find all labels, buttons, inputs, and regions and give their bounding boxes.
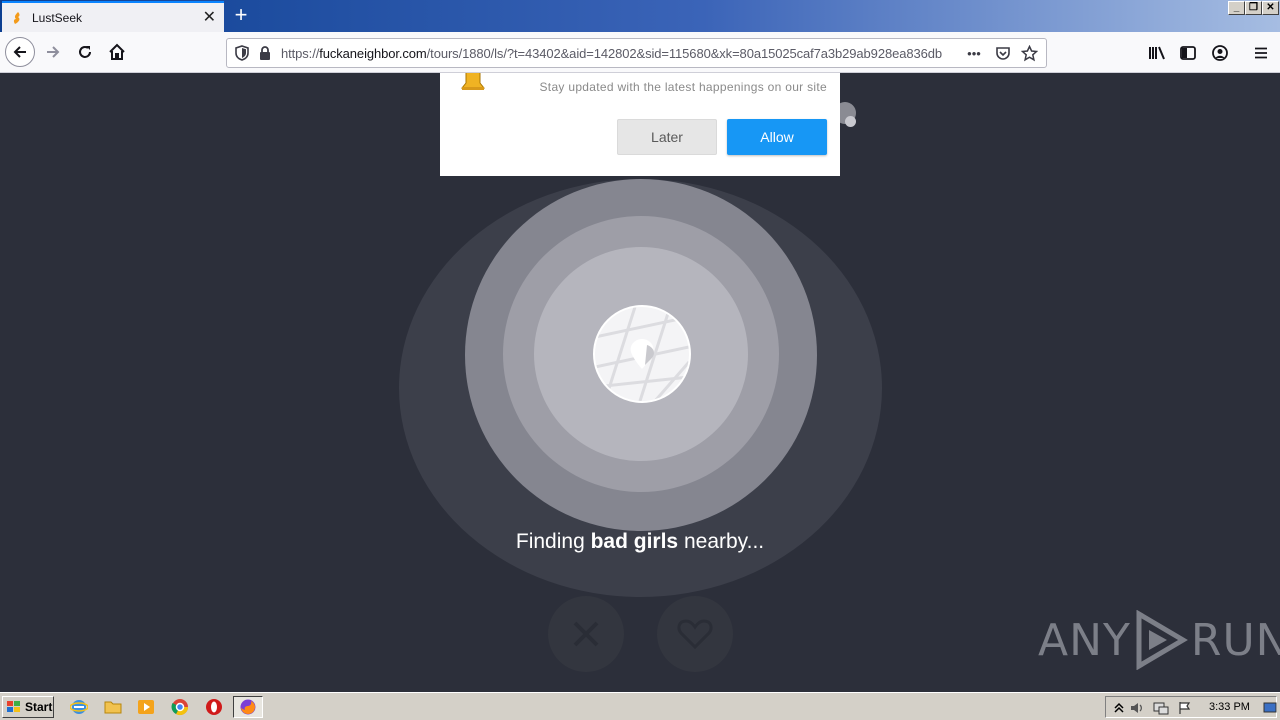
later-button[interactable]: Later xyxy=(617,119,717,155)
menu-icon[interactable] xyxy=(1250,42,1272,64)
sidebar-icon[interactable] xyxy=(1177,42,1199,64)
finding-status-text: Finding bad girls nearby... xyxy=(0,530,1280,554)
minimize-button[interactable]: _ xyxy=(1228,1,1245,15)
start-button[interactable]: Start xyxy=(2,696,54,718)
map-pin-circle xyxy=(593,305,691,403)
tab-lustseek[interactable]: LustSeek ✕ xyxy=(2,1,224,32)
bookmark-star-icon[interactable] xyxy=(1020,44,1038,62)
windows-logo-icon xyxy=(7,701,20,712)
close-x-icon xyxy=(573,621,599,647)
dislike-button[interactable] xyxy=(548,596,624,672)
allow-button[interactable]: Allow xyxy=(727,119,827,155)
play-logo-icon xyxy=(1136,610,1188,670)
media-player-icon[interactable] xyxy=(137,698,155,716)
show-desktop-icon[interactable] xyxy=(1261,699,1279,717)
tab-close-icon[interactable]: ✕ xyxy=(203,9,216,26)
notification-message: Stay updated with the latest happenings … xyxy=(539,80,827,94)
page-actions-button[interactable]: ••• xyxy=(962,44,986,62)
restore-button[interactable]: ❐ xyxy=(1245,1,1262,15)
finding-bold: bad girls xyxy=(590,530,679,553)
lock-icon[interactable] xyxy=(259,45,271,61)
map-pin-icon xyxy=(595,307,689,401)
library-icon[interactable] xyxy=(1146,42,1168,64)
tab-title: LustSeek xyxy=(32,10,83,25)
network-icon[interactable] xyxy=(1152,699,1170,717)
tracking-shield-icon[interactable] xyxy=(235,45,249,61)
reload-icon xyxy=(79,46,91,58)
taskbar-clock[interactable]: 3:33 PM xyxy=(1209,701,1250,713)
finding-suffix: nearby... xyxy=(678,530,765,553)
reload-button[interactable] xyxy=(70,37,100,67)
watermark-text-left: ANY xyxy=(1038,614,1131,666)
firefox-taskbar-icon[interactable] xyxy=(233,696,263,718)
system-tray: 3:33 PM xyxy=(1105,696,1277,718)
new-tab-button[interactable]: + xyxy=(230,4,252,28)
watermark-text-right: RUN xyxy=(1190,614,1280,666)
windows-taskbar: Start 3:33 PM xyxy=(0,692,1280,720)
start-label: Start xyxy=(25,700,53,714)
url-scheme: https:// xyxy=(281,45,320,61)
url-text[interactable]: https://fuckaneighbor.com/tours/1880/ls/… xyxy=(281,46,954,61)
home-icon xyxy=(109,43,125,60)
chrome-icon[interactable] xyxy=(171,698,189,716)
site-favicon-icon xyxy=(13,11,20,24)
page-content: Finding bad girls nearby... Stay updated… xyxy=(0,73,1280,692)
action-center-flag-icon[interactable] xyxy=(1176,699,1194,717)
bell-icon xyxy=(460,73,486,90)
navigation-toolbar: https://fuckaneighbor.com/tours/1880/ls/… xyxy=(0,32,1280,73)
home-button[interactable] xyxy=(102,37,132,67)
finding-prefix: Finding xyxy=(515,530,591,553)
internet-explorer-icon[interactable] xyxy=(70,698,88,716)
anyrun-watermark: ANY RUN xyxy=(1038,610,1280,670)
file-explorer-icon[interactable] xyxy=(104,698,122,716)
back-button[interactable] xyxy=(5,37,35,67)
url-path: /tours/1880/ls/?t=43402&aid=142802&sid=1… xyxy=(426,45,942,61)
pocket-icon[interactable] xyxy=(994,44,1012,62)
like-button[interactable] xyxy=(657,596,733,672)
title-bar: LustSeek ✕ + _ ❐ ✕ xyxy=(0,0,1280,32)
close-window-button[interactable]: ✕ xyxy=(1262,1,1279,15)
account-icon[interactable] xyxy=(1209,42,1231,64)
tray-expand-icon[interactable] xyxy=(1110,699,1128,717)
url-bar[interactable]: https://fuckaneighbor.com/tours/1880/ls/… xyxy=(226,38,1047,68)
back-arrow-icon xyxy=(13,46,26,58)
avatar-status-dot xyxy=(845,116,856,127)
volume-icon[interactable] xyxy=(1128,699,1146,717)
opera-icon[interactable] xyxy=(205,698,223,716)
forward-arrow-icon xyxy=(47,46,60,58)
heart-icon xyxy=(677,619,713,650)
url-host: fuckaneighbor.com xyxy=(319,45,427,61)
forward-button[interactable] xyxy=(38,37,68,67)
notification-permission-popup: Stay updated with the latest happenings … xyxy=(440,73,840,176)
